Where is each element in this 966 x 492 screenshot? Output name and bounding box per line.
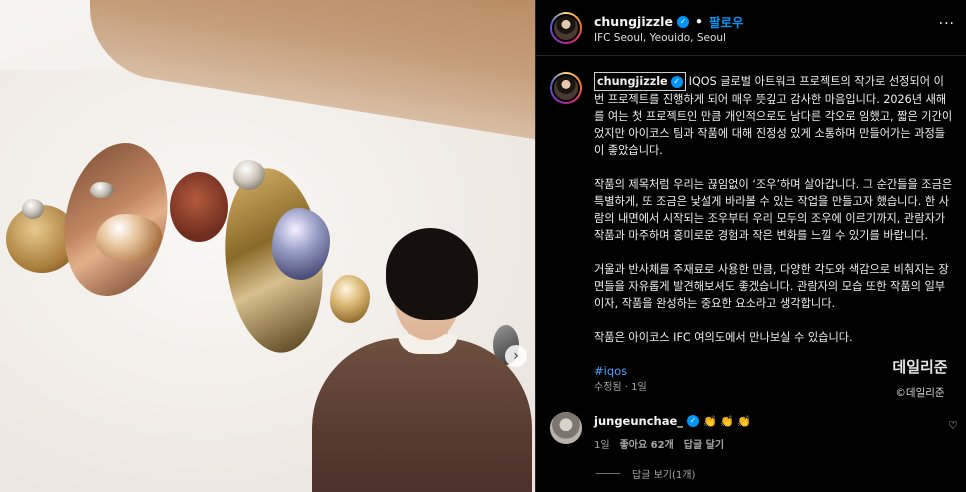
watermark-title: 데일리준	[892, 358, 948, 376]
post-photo[interactable]: ›	[0, 0, 535, 492]
author-username[interactable]: chungjizzle	[594, 14, 673, 29]
follow-button[interactable]: 팔로우	[709, 12, 744, 31]
caption-meta: 수정됨 · 1일	[594, 382, 647, 393]
caption-paragraph-3: 거울과 반사체를 주재료로 사용한 만큼, 다양한 각도와 색감으로 비춰지는 …	[594, 263, 949, 310]
author-row: chungjizzle ✓ • 팔로우	[594, 12, 743, 31]
verified-badge-icon: ✓	[676, 15, 689, 28]
artwork-disc	[170, 172, 228, 242]
comment-time: 1일	[594, 440, 610, 451]
comment-meta: 1일 좋아요 62개 답글 달기	[594, 436, 724, 451]
person-hair	[386, 228, 478, 320]
commenter-avatar[interactable]	[550, 412, 582, 444]
replies-divider	[596, 473, 620, 474]
person-body	[312, 338, 532, 492]
caption-paragraph-1: chungjizzle ✓ IQOS 글로벌 아트워크 프로젝트의 작가로 선정되어…	[594, 72, 954, 159]
separator-dot: •	[694, 14, 703, 29]
verified-badge-icon: ✓	[670, 75, 683, 88]
view-replies-button[interactable]: 답글 보기(1개)	[596, 466, 695, 481]
view-replies-label: 답글 보기(1개)	[632, 470, 696, 481]
more-options-icon[interactable]: ···	[939, 16, 955, 32]
commenter-username[interactable]: jungeunchae_	[594, 414, 683, 428]
reply-button[interactable]: 답글 달기	[684, 436, 724, 451]
watermark-copyright: ©데일리준	[895, 387, 945, 399]
caption-paragraph-2: 작품의 제목처럼 우리는 끊임없이 ‘조우’하며 살아갑니다. 그 순간들을 조…	[594, 178, 953, 242]
comment-text: 👏 👏 👏	[703, 414, 752, 428]
chevron-right-icon: ›	[513, 348, 519, 364]
carousel-next-button[interactable]: ›	[505, 345, 527, 367]
watermark: 데일리준 ©데일리준	[880, 356, 960, 400]
post-location[interactable]: IFC Seoul, Yeouido, Seoul	[594, 32, 726, 44]
caption-avatar[interactable]	[550, 72, 582, 104]
comment-likes[interactable]: 좋아요 62개	[620, 436, 674, 451]
post-caption: chungjizzle ✓ IQOS 글로벌 아트워크 프로젝트의 작가로 선정되어…	[594, 72, 954, 380]
verified-badge-icon: ✓	[687, 415, 700, 427]
like-comment-heart-icon[interactable]: ♡	[948, 419, 958, 432]
caption-paragraph-4: 작품은 아이코스 IFC 여의도에서 만나보실 수 있습니다.	[594, 331, 853, 344]
post-panel: chungjizzle ✓ • 팔로우 IFC Seoul, Yeouido, …	[535, 0, 966, 492]
post-header: chungjizzle ✓ • 팔로우 IFC Seoul, Yeouido, …	[536, 0, 966, 56]
comment-row: jungeunchae_ ✓ 👏 👏 👏	[594, 414, 751, 428]
caption-username[interactable]: chungjizzle ✓	[594, 72, 686, 91]
author-avatar[interactable]	[550, 12, 582, 44]
